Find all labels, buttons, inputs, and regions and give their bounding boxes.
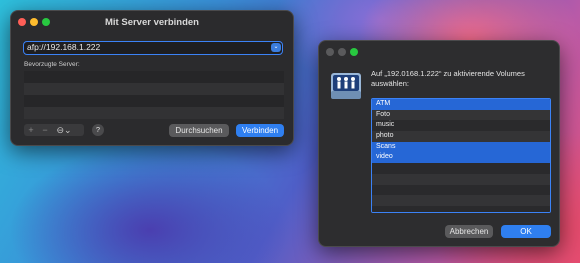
- volume-item[interactable]: music: [372, 120, 550, 132]
- remove-favorite-button[interactable]: −: [38, 124, 52, 136]
- favorite-servers-list[interactable]: [24, 71, 284, 119]
- volume-item[interactable]: Foto: [372, 109, 550, 121]
- volume-item[interactable]: ATM: [372, 99, 550, 110]
- list-item[interactable]: [24, 83, 284, 95]
- ok-button[interactable]: OK: [501, 225, 551, 238]
- list-item[interactable]: [24, 71, 284, 83]
- list-item: [372, 173, 550, 185]
- add-favorite-button[interactable]: +: [24, 124, 38, 136]
- list-item[interactable]: [24, 95, 284, 107]
- connect-to-server-window: Mit Server verbinden afp://192.168.1.222…: [10, 10, 294, 146]
- help-button[interactable]: ?: [92, 124, 104, 136]
- volumes-list[interactable]: ATM Foto music photo Scans video: [371, 98, 551, 213]
- favorites-controls: + − ⊖⌄: [24, 124, 84, 136]
- close-window-button[interactable]: [326, 48, 334, 56]
- minimize-window-button[interactable]: [338, 48, 346, 56]
- volume-item[interactable]: photo: [372, 131, 550, 142]
- list-item: [372, 195, 550, 206]
- shared-server-icon: [329, 69, 363, 103]
- favorites-label: Bevorzugte Server:: [24, 61, 80, 68]
- list-item: [372, 184, 550, 196]
- list-item[interactable]: [24, 107, 284, 119]
- chevron-down-icon[interactable]: ⌄: [271, 43, 281, 52]
- window-title: Mit Server verbinden: [105, 17, 199, 28]
- connect-button[interactable]: Verbinden: [236, 124, 284, 137]
- instruction-message: Auf „192.0168.1.222“ zu aktivierende Vol…: [371, 69, 525, 88]
- zoom-window-button[interactable]: [350, 48, 358, 56]
- volume-selection-dialog: Auf „192.0168.1.222“ zu aktivierende Vol…: [318, 40, 560, 247]
- list-item: [372, 163, 550, 174]
- cancel-button[interactable]: Abbrechen: [445, 225, 493, 238]
- server-address-value: afp://192.168.1.222: [27, 42, 101, 52]
- volume-item[interactable]: video: [372, 152, 550, 164]
- browse-button[interactable]: Durchsuchen: [169, 124, 229, 137]
- server-address-input[interactable]: afp://192.168.1.222 ⌄: [23, 41, 283, 55]
- options-menu-button[interactable]: ⊖⌄: [52, 124, 76, 136]
- volume-item[interactable]: Scans: [372, 141, 550, 153]
- list-item: [372, 205, 550, 212]
